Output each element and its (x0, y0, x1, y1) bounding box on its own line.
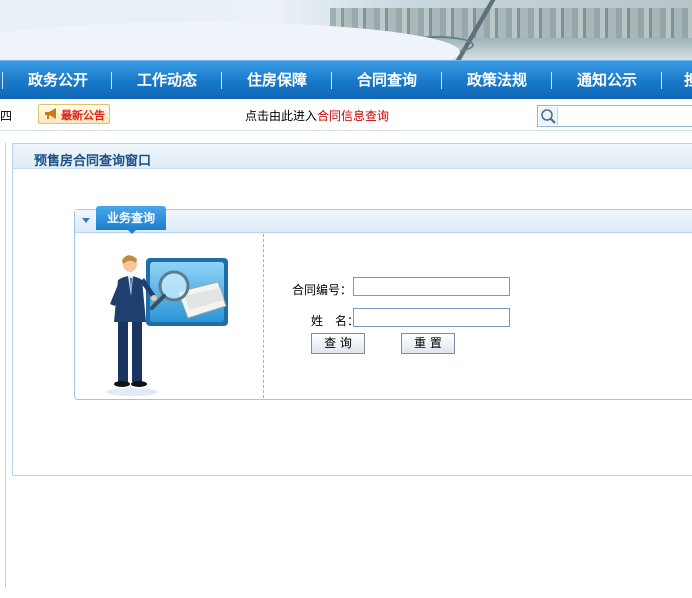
box-header (75, 210, 692, 233)
nav-item-tongzhi[interactable]: 通知公示 (575, 61, 639, 99)
query-button[interactable]: 查 询 (311, 333, 365, 354)
enter-notice: 点击由此进入合同信息查询 (245, 107, 389, 124)
nav-item-zhengwu[interactable]: 政务公开 (26, 61, 90, 99)
search-input[interactable] (561, 107, 689, 123)
enter-prefix: 点击由此进入 (245, 109, 318, 123)
nav-item-zhufang[interactable]: 住房保障 (245, 61, 309, 99)
businessman-magnifier-illustration (106, 255, 228, 396)
search-icon[interactable] (539, 107, 558, 125)
contract-query-link[interactable]: 合同信息查询 (317, 109, 389, 123)
collapse-icon[interactable] (82, 218, 90, 223)
notice-truncated-text: 四 (0, 109, 13, 123)
contract-number-label: 合同编号： (292, 283, 353, 297)
megaphone-icon (45, 108, 56, 119)
nav-separator (111, 72, 112, 89)
name-input[interactable] (353, 308, 510, 327)
panel-title: 预售房合同查询窗口 (34, 154, 152, 169)
latest-notice-badge[interactable]: 最新公告 (38, 104, 110, 124)
tab-business-query[interactable]: 业务查询 (96, 206, 166, 234)
nav-item-truncated[interactable]: 担 (684, 61, 692, 99)
nav-item-zhengce[interactable]: 政策法规 (465, 61, 529, 99)
panel-header: 预售房合同查询窗口 (13, 144, 692, 169)
nav-separator (2, 72, 3, 89)
nav-separator (441, 72, 442, 89)
header-banner (0, 0, 692, 60)
nav-separator (331, 72, 332, 89)
nav-item-hetong[interactable]: 合同查询 (355, 61, 419, 99)
nav-separator (661, 72, 662, 89)
name-label: 姓 名： (311, 314, 360, 328)
reset-button[interactable]: 重 置 (401, 333, 455, 354)
latest-notice-label: 最新公告 (61, 109, 105, 122)
dashed-divider (263, 234, 264, 398)
nav-item-gongzuo[interactable]: 工作动态 (135, 61, 199, 99)
nav-separator (551, 72, 552, 89)
main-nav: 政务公开 工作动态 住房保障 合同查询 政策法规 通知公示 担 (0, 60, 692, 99)
nav-separator (221, 72, 222, 89)
contract-number-input[interactable] (353, 277, 510, 296)
left-border (5, 143, 6, 588)
search-box (537, 105, 692, 127)
